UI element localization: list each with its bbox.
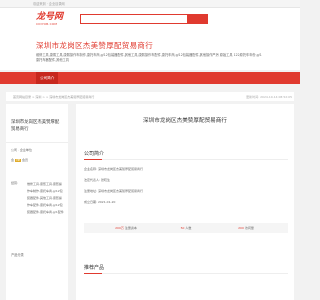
company-hero	[0, 32, 300, 70]
company-description: 维修工具,康熙工具,康熙操作车制作,康托车商,g/12包装器配件,其他工具,康熙…	[36, 53, 262, 62]
breadcrumb-text[interactable]: 首页网站目录 > 深圳 > > 深圳市龙岗区杰美赞厚配贸易商行	[13, 95, 94, 99]
search-input[interactable]	[80, 14, 188, 24]
main-company-title: 深圳市龙岗区杰美赞厚配贸易商行	[143, 118, 227, 124]
top-bar-text: 欢迎来到 · 企业目录网	[33, 2, 65, 6]
section-rule	[84, 273, 288, 274]
info-line: 注册地址: 深圳市龙岗区杰美赞厚配贸易商行	[84, 189, 143, 193]
site-logo[interactable]: 龙号网	[36, 13, 63, 22]
scope-label: 经营:	[11, 181, 19, 185]
section-title-info: 公司简介	[84, 151, 105, 157]
sidebar-company-name: 深圳市龙岗区杰美赞厚配贸易商行	[11, 120, 60, 132]
member-line: 会 VIP 会员	[11, 158, 29, 162]
info-line: 法定代表人: 张晓生	[84, 178, 110, 182]
section-rule	[84, 159, 288, 160]
company-type: 公司 · 企业单位	[11, 148, 32, 152]
nav-item-company-intro[interactable]: 公司简介	[36, 72, 59, 84]
sidebar-divider	[6, 142, 68, 143]
site-logo-sub: CIDYOB.COM	[36, 22, 58, 26]
info-line: 成立日期: 2021-01-20	[84, 200, 116, 204]
search-button[interactable]	[188, 14, 208, 24]
business-scope: 维修工具,康熙工具,康熙操作车制作,康托车商,g/12包装器配件,其他工具,康熙…	[27, 182, 64, 214]
stat-item: 200万 注册资本	[115, 226, 137, 230]
section-rule-accent	[84, 273, 102, 274]
section-rule-accent	[84, 159, 102, 160]
company-title: 深圳市龙岗区杰美赞厚配贸易商行	[36, 41, 153, 50]
sidebar-products-label: 产品分类	[11, 253, 24, 257]
stat-item: 200 访问量	[238, 226, 254, 230]
stat-item: 50 人数	[180, 226, 192, 230]
update-time: 更新时间: 2024-10-14 08:52:05	[246, 95, 292, 99]
info-line: 企业名称: 深圳市龙岗区杰美赞厚配贸易商行	[84, 167, 143, 171]
section-title-products: 推荐产品	[84, 265, 105, 271]
